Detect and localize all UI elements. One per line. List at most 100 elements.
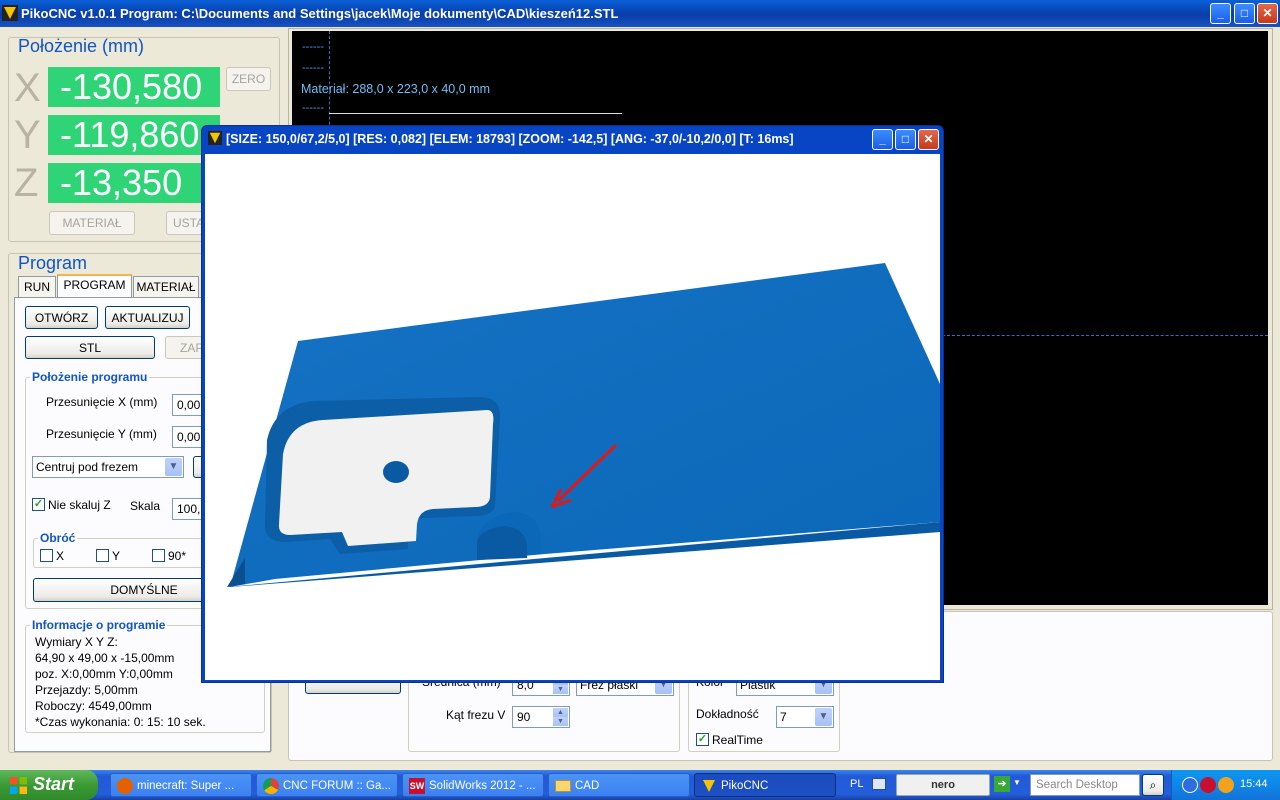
stl-button[interactable]: STL [25,336,155,359]
open-button[interactable]: OTWÓRZ [25,306,98,329]
taskbar-item-cad[interactable]: CAD [548,773,690,797]
taskbar-item-cnc-forum[interactable]: CNC FORUM :: Ga... [256,773,398,797]
x-position-value: -130,580 [48,67,220,107]
material-outline [329,113,622,114]
window-title: PikoCNC v1.0.1 Program: C:\Documents and… [21,6,619,21]
preview-title: [SIZE: 150,0/67,2/5,0] [RES: 0,082] [ELE… [226,132,794,146]
viewport-mark: ------ [302,41,324,53]
arrow-right-icon[interactable]: ➔ [994,776,1010,792]
start-button[interactable]: Start [0,770,98,800]
info-line: *Czas wykonania: 0: 15: 10 sek. [35,715,206,729]
taskbar-item-minecraft[interactable]: minecraft: Super ... [110,773,252,797]
update-tray-icon[interactable] [1218,777,1234,793]
tab-run[interactable]: RUN [18,276,56,297]
taskbar-item-label: CAD [575,780,600,792]
taskbar-item-label: SolidWorks 2012 - ... [429,780,536,792]
rotate-x-label: X [56,549,65,563]
program-heading: Program [18,253,88,273]
chevron-down-icon: ▼ [815,708,832,726]
realtime-checkbox[interactable]: ✓ [696,733,709,746]
center-select[interactable]: Centruj pod frezem ▼ [32,456,184,478]
taskbar-item-label: PikoCNC [721,780,769,792]
offset-x-input[interactable]: 0,00 [172,394,202,416]
taskbar-item-pikocnc[interactable]: PikoCNC [694,773,836,797]
info-line: Wymiary X Y Z: [35,635,118,649]
nero-search-logo[interactable]: nero [896,774,990,796]
system-tray: 15:44 [1171,770,1280,800]
tab-material[interactable]: MATERIAŁ [133,276,199,297]
info-line: 64,90 x 49,00 x -15,00mm [35,651,175,665]
precision-select[interactable]: 7 ▼ [776,706,834,728]
scale-label: Skala [130,499,161,513]
rotate-group-label: Obróć [38,531,78,545]
taskbar-item-label: CNC FORUM :: Ga... [283,780,391,792]
zero-button[interactable]: ZERO [226,67,271,91]
offset-y-input[interactable]: 0,00 [172,426,202,448]
pikocnc-logo-icon [2,5,18,21]
update-button[interactable]: AKTUALIZUJ [105,306,190,329]
chevron-down-icon[interactable]: ▼ [1013,778,1021,787]
maximize-button[interactable]: □ [1234,3,1255,24]
info-line: Roboczy: 4549,00mm [35,699,152,713]
precision-value: 7 [780,710,787,724]
realtime-label: RealTime [712,733,763,747]
spin-down-icon[interactable]: ▼ [553,717,568,726]
start-label: Start [33,774,75,794]
rotate-y-checkbox[interactable] [96,549,109,562]
clock: 15:44 [1240,778,1268,790]
pikocnc-logo-icon [703,780,715,792]
rotate-x-checkbox[interactable] [40,549,53,562]
viewport-mark: ------ [302,102,324,114]
back-arrow-icon[interactable] [1182,777,1198,793]
minimize-button[interactable]: _ [1210,3,1231,24]
info-group-label: Informacje o programie [30,618,168,632]
windows-logo-icon [10,777,27,794]
maximize-button[interactable]: □ [895,129,916,150]
scale-input[interactable]: 100, [172,498,202,520]
axis-y-label: Y [14,113,41,157]
info-line: Przejazdy: 5,00mm [35,683,138,697]
axis-x-label: X [14,66,41,110]
nero-logo-text: nero [931,779,955,791]
rotate-90-label: 90* [168,549,187,563]
chrome-icon [263,778,279,794]
language-indicator[interactable]: PL [850,778,863,790]
center-select-value: Centruj pod frezem [36,460,139,474]
no-scale-z-checkbox[interactable]: ✓ [32,498,45,511]
rotate-90-checkbox[interactable] [152,549,165,562]
preview-canvas[interactable] [205,154,940,680]
v-angle-label: Kąt frezu V [446,708,506,722]
offset-y-label: Przesunięcie Y (mm) [46,427,157,441]
firefox-icon [117,778,133,794]
desktop-search-input[interactable]: Search Desktop [1030,774,1140,796]
close-button[interactable]: ✕ [1257,3,1278,24]
axis-z-label: Z [14,161,39,205]
taskbar-item-label: minecraft: Super ... [137,780,235,792]
taskbar: Start minecraft: Super ... CNC FORUM :: … [0,770,1280,800]
search-icon[interactable]: ⌕ [1142,774,1164,796]
material-button[interactable]: MATERIAŁ [49,211,135,235]
keyboard-icon[interactable] [872,778,886,790]
z-position-value: -13,350 [48,163,220,203]
spin-down-icon[interactable]: ▼ [553,685,568,694]
search-placeholder: Search Desktop [1036,779,1118,791]
solidworks-icon: SW [409,778,425,794]
spin-up-icon[interactable]: ▲ [553,708,568,717]
solidworks-tray-icon[interactable] [1200,777,1216,793]
viewport-mark: ------ [302,62,324,74]
no-scale-z-label: Nie skaluj Z [48,498,111,512]
tab-program[interactable]: PROGRAM [57,274,132,297]
stl-preview-window[interactable]: [SIZE: 150,0/67,2/5,0] [RES: 0,082] [ELE… [201,125,944,683]
offset-x-label: Przesunięcie X (mm) [46,395,158,409]
info-line: poz. X:0,00mm Y:0,00mm [35,667,173,681]
chevron-down-icon: ▼ [165,458,182,476]
placement-group-label: Położenie programu [30,370,150,384]
viewport-axis-line [942,335,1268,336]
close-button[interactable]: ✕ [918,129,939,150]
y-position-value: -119,860 [48,115,220,155]
minimize-button[interactable]: _ [872,129,893,150]
taskbar-item-solidworks[interactable]: SW SolidWorks 2012 - ... [402,773,544,797]
app-title-bar[interactable]: PikoCNC v1.0.1 Program: C:\Documents and… [0,0,1280,27]
save-button[interactable]: ZAP [165,336,205,359]
v-angle-spinner[interactable]: 90 ▲ ▼ [512,706,570,728]
